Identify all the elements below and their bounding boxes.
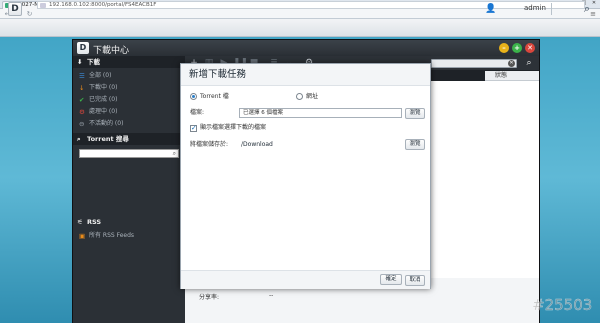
sidebar-item-label: 下載中 (0) (89, 84, 118, 91)
minus-circle-icon: ⊖ (79, 120, 85, 128)
browser-nav-bar (0, 9, 600, 19)
search-icon[interactable]: ⌕ (580, 2, 594, 16)
check-circle-icon: ✔ (79, 96, 85, 104)
sidebar-header-rss[interactable]: ⚟ RSS (73, 216, 185, 228)
torrent-search-input[interactable]: ⌕ (79, 149, 179, 158)
sidebar-item-label: 全部 (0) (89, 72, 112, 79)
destination-value: /Download (241, 141, 273, 148)
url-label: 網址 (306, 93, 319, 100)
show-file-selection-label: 顯示檔案選擇下載的檔案 (200, 124, 267, 131)
sidebar-item-processing[interactable]: ⚙ 處理中 (0) (79, 107, 117, 117)
sidebar-header-label: Torrent 搜尋 (87, 135, 129, 143)
username[interactable]: admin (524, 4, 546, 12)
destination-label: 將檔案儲存於: (190, 141, 229, 148)
page-icon (40, 3, 46, 8)
arrow-down-icon: ↓ (79, 84, 85, 92)
app-title-bar[interactable]: D 下載中心 – + ✕ (73, 40, 539, 56)
sidebar-item-inactive[interactable]: ⊖ 不活動的 (0) (79, 119, 123, 129)
list-icon: ☰ (79, 72, 85, 80)
torrent-file-radio[interactable] (190, 93, 197, 100)
download-icon: ⬇ (77, 58, 83, 66)
address-bar[interactable]: 192.168.0.102:8000/portal/FS4EACB1F (37, 1, 585, 9)
torrent-file-label: Torrent 檔 (200, 93, 229, 100)
filter-search-input[interactable]: ✕ (431, 59, 517, 68)
close-app-icon[interactable]: ✕ (525, 43, 535, 53)
url-radio[interactable] (296, 93, 303, 100)
sidebar-item-label: 處理中 (0) (89, 108, 118, 115)
sidebar-item-label: 不活動的 (0) (89, 120, 124, 127)
sidebar-item-downloading[interactable]: ↓ 下載中 (0) (79, 83, 117, 93)
user-icon[interactable]: 👤 (485, 3, 496, 15)
dsm-main-menu-button[interactable]: D (8, 2, 22, 16)
sidebar-item-label: 所有 RSS Feeds (89, 232, 135, 239)
column-header-status[interactable]: 狀態 (485, 71, 539, 81)
search-icon[interactable]: ⌕ (173, 150, 176, 157)
sidebar-header-torrent-search[interactable]: ⌕ Torrent 搜尋 (73, 133, 185, 145)
gear-circle-icon: ⚙ (79, 108, 85, 116)
browse-destination-button[interactable]: 瀏覽 (405, 139, 425, 150)
rss-icon: ⚟ (77, 218, 83, 226)
sidebar-header-label: 下載 (87, 58, 100, 66)
sidebar-item-all[interactable]: ☰ 全部 (0) (79, 71, 111, 81)
sidebar-item-label: 已完成 (0) (89, 96, 118, 103)
sidebar-item-completed[interactable]: ✔ 已完成 (0) (79, 95, 117, 105)
share-ratio-label: 分享率: (199, 294, 220, 301)
app-title: 下載中心 (93, 46, 130, 56)
sidebar-header-label: RSS (87, 218, 102, 226)
maximize-app-icon[interactable]: + (512, 43, 522, 53)
sidebar-header-downloads[interactable]: ⬇ 下載 (73, 56, 185, 68)
cancel-button[interactable]: 取消 (405, 275, 425, 286)
minimize-app-icon[interactable]: – (499, 43, 509, 53)
search-icon[interactable]: ⌕ (523, 57, 535, 69)
rss-feed-icon: ▣ (79, 232, 86, 240)
add-download-task-dialog: 新增下載任務 Torrent 檔 網址 檔案: 已選擇 6 個檔案 瀏覽 ✓ 顯… (180, 63, 431, 289)
clear-icon[interactable]: ✕ (508, 60, 515, 67)
app-logo-icon: D (77, 42, 89, 54)
browse-file-button[interactable]: 瀏覽 (405, 108, 425, 119)
divider (551, 3, 552, 15)
ok-button[interactable]: 確定 (380, 274, 402, 285)
sidebar-item-rss-feeds[interactable]: ▣ 所有 RSS Feeds (79, 231, 134, 241)
share-ratio-value: -- (269, 292, 274, 299)
reload-icon[interactable]: ↻ (25, 10, 34, 18)
sidebar: ⬇ 下載 ☰ 全部 (0) ↓ 下載中 (0) ✔ 已完成 (0) ⚙ 處理中 … (73, 56, 185, 323)
show-file-selection-checkbox[interactable]: ✓ (190, 125, 197, 132)
dsm-taskbar (0, 19, 600, 37)
file-label: 檔案: (190, 109, 205, 116)
search-icon: ⌕ (77, 135, 81, 143)
file-field[interactable]: 已選擇 6 個檔案 (239, 108, 402, 118)
dialog-title: 新增下載任務 (181, 64, 430, 86)
watermark: #25503 (532, 296, 593, 314)
url-text: 192.168.0.102:8000/portal/FS4EACB1F (49, 2, 157, 8)
